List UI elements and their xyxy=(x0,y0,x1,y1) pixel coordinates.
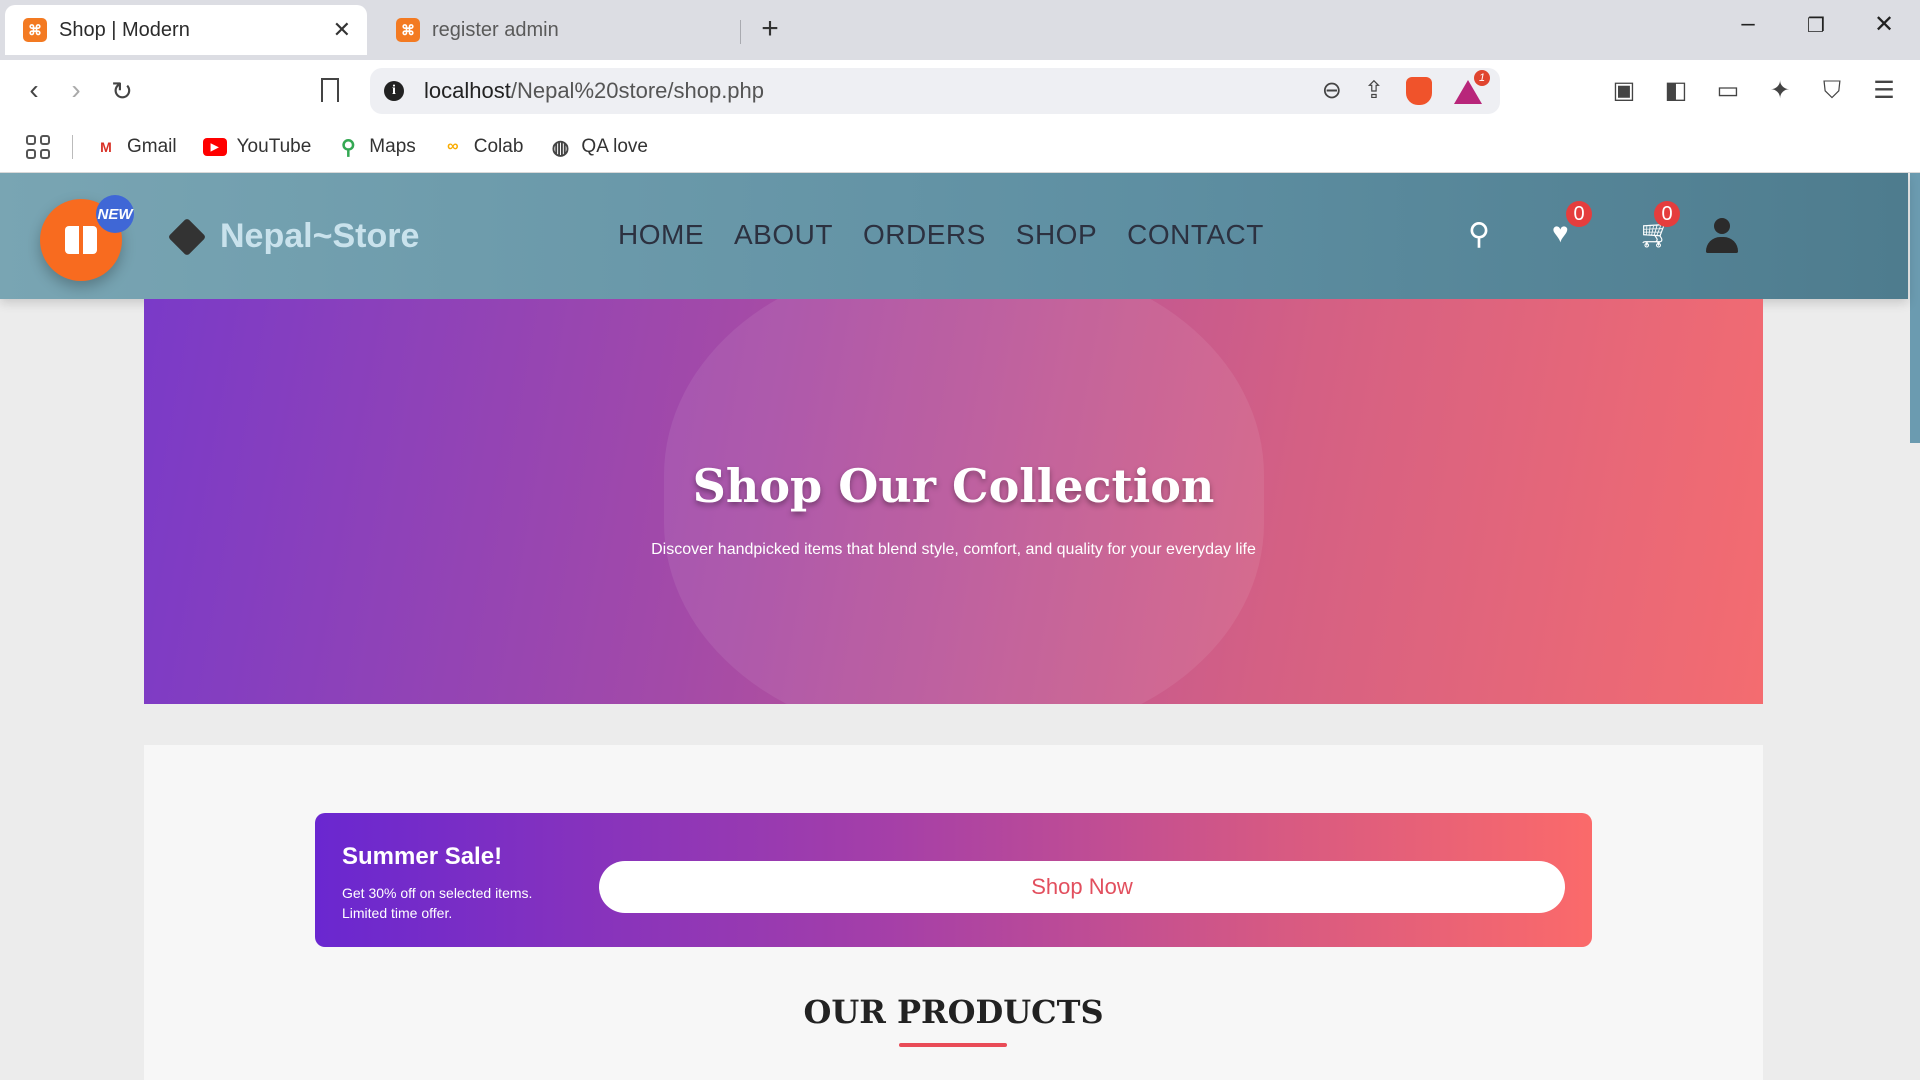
promo-line-1: Get 30% off on selected items. xyxy=(342,885,533,901)
heading-underline xyxy=(899,1043,1007,1047)
url-path: /Nepal%20store/shop.php xyxy=(510,78,765,103)
rewards-badge: 1 xyxy=(1474,69,1490,86)
summer-sale-banner: Summer Sale! Get 30% off on selected ite… xyxy=(315,813,1592,947)
sidebar-icon[interactable]: ◧ xyxy=(1662,76,1690,105)
bookmark-label: QA love xyxy=(581,136,648,157)
browser-toolbar: ‹ › ↻ i localhost/Nepal%20store/shop.php… xyxy=(0,60,1920,122)
brave-rewards-icon[interactable]: 1 xyxy=(1454,69,1490,104)
bookmarks-bar: M Gmail ▶ YouTube ⚲ Maps ∞ Colab ◍ QA love xyxy=(0,122,1920,173)
bookmark-label: Gmail xyxy=(127,136,177,157)
web-page: NEW Nepal~Store HOME ABOUT ORDERS SHOP C… xyxy=(0,173,1920,1080)
info-icon[interactable]: i xyxy=(384,81,404,101)
promo-text: Get 30% off on selected items. Limited ti… xyxy=(342,883,572,923)
zoom-icon[interactable]: ⊖ xyxy=(1322,76,1342,105)
brand-logo[interactable]: Nepal~Store xyxy=(167,217,420,256)
back-icon[interactable]: ‹ xyxy=(16,74,52,106)
cart-count-badge: 0 xyxy=(1654,201,1680,227)
share-icon[interactable]: ⇪ xyxy=(1364,76,1384,105)
page-scrollbar[interactable] xyxy=(1910,173,1920,443)
user-icon[interactable] xyxy=(1706,218,1738,253)
xampp-icon: ⌘ xyxy=(396,18,420,42)
products-heading: OUR PRODUCTS xyxy=(803,993,1104,1031)
reader-icon[interactable]: ▣ xyxy=(1610,76,1638,105)
cube-icon xyxy=(167,217,207,256)
search-icon[interactable]: ⚲ xyxy=(1468,217,1490,252)
leo-icon[interactable]: ✦ xyxy=(1766,76,1794,105)
url-text[interactable]: localhost/Nepal%20store/shop.php xyxy=(424,78,764,104)
main-nav: HOME ABOUT ORDERS SHOP CONTACT xyxy=(618,219,1264,251)
bookmark-gmail[interactable]: M Gmail xyxy=(95,136,177,158)
close-icon[interactable]: ✕ xyxy=(333,17,351,43)
nav-home[interactable]: HOME xyxy=(618,219,704,251)
hero-banner: Shop Our Collection Discover handpicked … xyxy=(144,299,1763,704)
hero-title: Shop Our Collection xyxy=(692,459,1215,513)
bookmark-label: Maps xyxy=(369,136,416,157)
gift-icon xyxy=(65,226,97,254)
tab-label: Shop | Modern xyxy=(59,18,190,41)
reload-icon[interactable]: ↻ xyxy=(104,76,140,107)
menu-icon[interactable]: ☰ xyxy=(1870,76,1898,105)
close-window-icon[interactable]: ✕ xyxy=(1864,10,1904,39)
shop-now-button[interactable]: Shop Now xyxy=(599,861,1565,913)
wallet-icon[interactable]: ▭ xyxy=(1714,76,1742,105)
address-bar[interactable]: i localhost/Nepal%20store/shop.php ⊖ ⇪ 1 xyxy=(370,68,1500,114)
tab-separator xyxy=(740,20,741,44)
url-host: localhost xyxy=(424,78,511,103)
tab-register-admin[interactable]: ⌘ register admin xyxy=(378,5,740,55)
bookmark-maps[interactable]: ⚲ Maps xyxy=(337,136,416,159)
gmail-icon: M xyxy=(100,139,112,155)
globe-icon: ◍ xyxy=(551,136,570,159)
bookmark-youtube[interactable]: ▶ YouTube xyxy=(202,136,312,158)
restore-icon[interactable]: ❐ xyxy=(1796,13,1836,38)
new-tab-button[interactable]: + xyxy=(754,12,786,46)
vpn-icon[interactable]: ⛉ xyxy=(1818,77,1846,105)
new-badge: NEW xyxy=(96,195,134,233)
bookmark-colab[interactable]: ∞ Colab xyxy=(442,136,524,158)
youtube-icon: ▶ xyxy=(202,138,227,156)
hero-subtitle: Discover handpicked items that blend sty… xyxy=(651,541,1256,558)
minimize-icon[interactable]: – xyxy=(1728,10,1768,38)
tab-shop[interactable]: ⌘ Shop | Modern ✕ xyxy=(5,5,367,55)
bookmark-qa-love[interactable]: ◍ QA love xyxy=(549,136,648,159)
toolbar-right-icons: ▣ ◧ ▭ ✦ ⛉ ☰ xyxy=(1610,76,1898,105)
colab-icon: ∞ xyxy=(447,138,459,155)
apps-icon[interactable] xyxy=(26,135,50,159)
bookmark-label: Colab xyxy=(473,136,524,157)
forward-icon[interactable]: › xyxy=(58,74,94,106)
shop-content: Summer Sale! Get 30% off on selected ite… xyxy=(144,745,1763,1080)
tab-label: register admin xyxy=(432,18,559,41)
brave-shields-icon[interactable] xyxy=(1406,76,1432,105)
bookmarks-separator xyxy=(72,135,73,159)
xampp-icon: ⌘ xyxy=(23,18,47,42)
nav-shop[interactable]: SHOP xyxy=(1016,219,1097,251)
promo-title: Summer Sale! xyxy=(342,843,503,870)
heart-icon[interactable]: ♥ xyxy=(1552,217,1569,249)
bookmark-label: YouTube xyxy=(236,136,312,157)
wishlist-count-badge: 0 xyxy=(1566,201,1592,227)
maps-icon: ⚲ xyxy=(340,136,356,159)
promo-line-2: Limited time offer. xyxy=(342,905,453,921)
nav-about[interactable]: ABOUT xyxy=(734,219,833,251)
brand-name: Nepal~Store xyxy=(220,217,420,255)
site-header: NEW Nepal~Store HOME ABOUT ORDERS SHOP C… xyxy=(0,173,1908,299)
address-bar-actions: ⊖ ⇪ 1 xyxy=(1322,69,1490,105)
nav-contact[interactable]: CONTACT xyxy=(1127,219,1264,251)
bookmark-icon[interactable] xyxy=(321,78,339,102)
nav-orders[interactable]: ORDERS xyxy=(863,219,986,251)
tab-bar: ⌘ Shop | Modern ✕ ⌘ register admin + – ❐… xyxy=(0,0,1920,60)
